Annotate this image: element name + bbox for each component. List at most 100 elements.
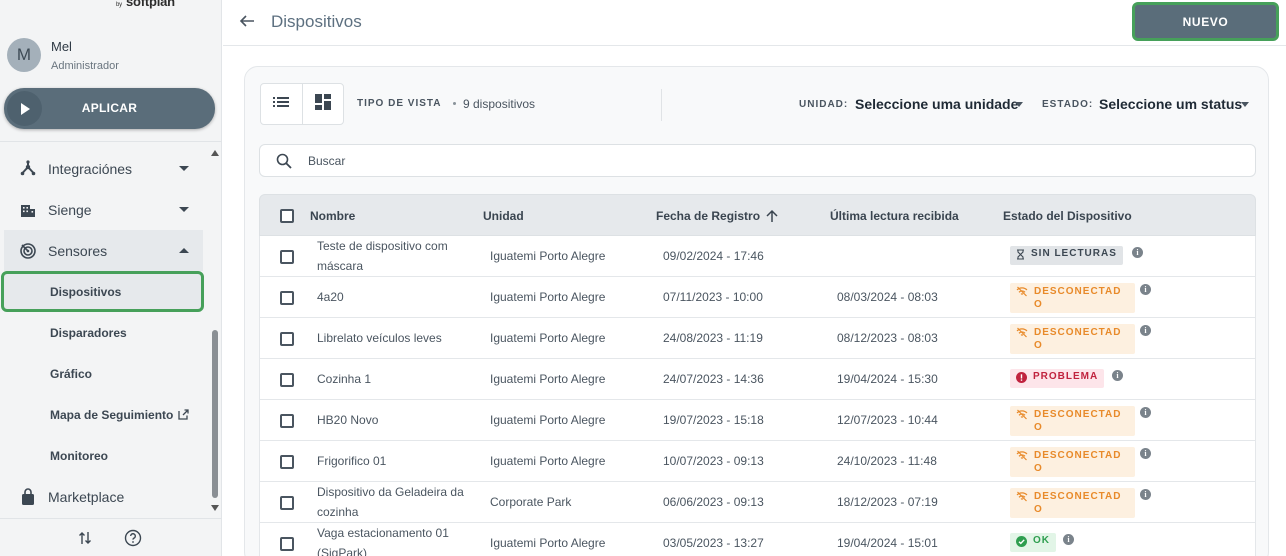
- column-header-unit[interactable]: Unidad: [483, 209, 524, 223]
- last-reading: 19/04/2024 - 15:01: [837, 536, 938, 550]
- sidebar-footer: [0, 518, 222, 556]
- check-circle-icon: [1016, 536, 1027, 550]
- row-checkbox[interactable]: [280, 373, 294, 387]
- row-checkbox[interactable]: [280, 332, 294, 346]
- table-row[interactable]: Dispositivo da Geladeira da cozinha Corpo…: [259, 482, 1256, 523]
- device-unit: Iguatemi Porto Alegre: [490, 372, 606, 386]
- row-checkbox[interactable]: [280, 250, 294, 264]
- sidebar-item-integraciones[interactable]: Integraciónes: [4, 148, 203, 189]
- new-device-button[interactable]: NUEVO: [1132, 2, 1279, 41]
- chevron-down-icon: [179, 207, 189, 212]
- help-icon[interactable]: [124, 529, 142, 552]
- info-glyph: i: [1144, 326, 1147, 335]
- status-text: OK: [1033, 535, 1050, 546]
- status-badge: OK: [1010, 533, 1056, 552]
- view-type-label: TIPO DE VISTA: [357, 98, 442, 109]
- registration-date: 10/07/2023 - 09:13: [663, 454, 764, 468]
- wifi-off-icon: [1016, 450, 1028, 465]
- last-reading: 18/12/2023 - 07:19: [837, 495, 938, 509]
- status-text: DESCONECTADO: [1034, 286, 1122, 310]
- table-row[interactable]: Vaga estacionamento 01 (SigPark) Iguatemi…: [259, 523, 1256, 556]
- device-unit: Iguatemi Porto Alegre: [490, 413, 606, 427]
- device-name[interactable]: 4a20: [317, 287, 467, 307]
- registration-date: 03/05/2023 - 13:27: [663, 536, 764, 550]
- building-icon: [14, 201, 42, 219]
- list-view-button[interactable]: [261, 84, 302, 124]
- row-checkbox[interactable]: [280, 291, 294, 305]
- swap-icon[interactable]: [78, 531, 92, 550]
- info-icon[interactable]: i: [1112, 370, 1123, 381]
- status-badge: SIN LECTURAS: [1010, 246, 1123, 265]
- alert-circle-icon: [1016, 372, 1027, 386]
- sidebar-item-disparadores[interactable]: Disparadores: [4, 312, 203, 353]
- device-name[interactable]: Librelato veículos leves: [317, 328, 467, 348]
- column-header-label: Fecha de Registro: [656, 209, 761, 223]
- devices-panel: TIPO DE VISTA 9 dispositivos UNIDAD: Sel…: [244, 66, 1269, 556]
- info-icon[interactable]: i: [1140, 489, 1151, 500]
- status-badge: DESCONECTADO: [1010, 406, 1135, 436]
- row-checkbox[interactable]: [280, 455, 294, 469]
- apply-label: APLICAR: [81, 101, 138, 115]
- table-row[interactable]: Librelato veículos leves Iguatemi Porto A…: [259, 318, 1256, 359]
- sidebar-item-mapa[interactable]: Mapa de Seguimiento: [4, 394, 203, 435]
- scroll-up-arrow[interactable]: [211, 150, 219, 156]
- info-icon[interactable]: i: [1063, 534, 1074, 545]
- device-name[interactable]: Cozinha 1: [317, 369, 467, 389]
- sidebar-item-marketplace[interactable]: Marketplace: [4, 476, 203, 517]
- column-header-date[interactable]: Fecha de Registro: [656, 209, 779, 223]
- device-name[interactable]: Frigorifico 01: [317, 451, 467, 471]
- sidebar-item-dispositivos[interactable]: Dispositivos: [1, 271, 204, 312]
- status-text: DESCONECTADO: [1034, 409, 1122, 433]
- sidebar-divider: [0, 141, 222, 142]
- device-name[interactable]: HB20 Novo: [317, 410, 467, 430]
- sidebar-item-sienge[interactable]: Sienge: [4, 189, 203, 230]
- row-checkbox[interactable]: [280, 496, 294, 510]
- select-all-checkbox[interactable]: [280, 209, 294, 223]
- user-profile[interactable]: M Mel Administrador: [7, 36, 217, 74]
- sidebar-item-sensores[interactable]: Sensores: [4, 230, 203, 271]
- table-row[interactable]: 4a20 Iguatemi Porto Alegre 07/11/2023 - 10…: [259, 277, 1256, 318]
- device-name[interactable]: Vaga estacionamento 01 (SigPark): [317, 523, 467, 556]
- table-row[interactable]: HB20 Novo Iguatemi Porto Alegre 19/07/2023…: [259, 400, 1256, 441]
- column-header-last-reading[interactable]: Última lectura recibida: [830, 209, 959, 223]
- registration-date: 24/08/2023 - 11:19: [663, 331, 763, 345]
- device-name[interactable]: Dispositivo da Geladeira da cozinha: [317, 482, 467, 522]
- device-unit: Iguatemi Porto Alegre: [490, 536, 606, 550]
- column-header-name[interactable]: Nombre: [310, 209, 355, 223]
- arrow-left-icon[interactable]: [239, 13, 255, 34]
- user-role: Administrador: [51, 60, 119, 72]
- row-checkbox[interactable]: [280, 414, 294, 428]
- wifi-off-icon: [1016, 491, 1028, 506]
- info-icon[interactable]: i: [1140, 407, 1151, 418]
- sidebar-item-monitoreo[interactable]: Monitoreo: [4, 435, 203, 476]
- search-input[interactable]: [308, 151, 1208, 171]
- info-icon[interactable]: i: [1140, 448, 1151, 459]
- sidebar-scrollbar[interactable]: [212, 330, 218, 498]
- device-name[interactable]: Teste de dispositivo com máscara: [317, 236, 467, 276]
- table-row[interactable]: Teste de dispositivo com máscara Iguatemi…: [259, 236, 1256, 277]
- status-badge: DESCONECTADO: [1010, 324, 1135, 354]
- sidebar-item-grafico[interactable]: Gráfico: [4, 353, 203, 394]
- table-row[interactable]: Frigorifico 01 Iguatemi Porto Alegre 10/07…: [259, 441, 1256, 482]
- scroll-down-arrow[interactable]: [211, 505, 219, 511]
- sidebar-item-label: Integraciónes: [48, 160, 133, 177]
- info-icon[interactable]: i: [1140, 284, 1151, 295]
- row-checkbox[interactable]: [280, 537, 294, 551]
- page-header: Dispositivos NUEVO: [223, 0, 1286, 46]
- column-header-state[interactable]: Estado del Dispositivo: [1003, 209, 1132, 223]
- unit-filter-select[interactable]: Seleccione uma unidade: [855, 96, 1018, 112]
- state-filter-select[interactable]: Seleccione um status: [1099, 96, 1242, 112]
- registration-date: 06/06/2023 - 09:13: [663, 495, 764, 509]
- info-icon[interactable]: i: [1132, 247, 1143, 258]
- device-unit: Iguatemi Porto Alegre: [490, 454, 606, 468]
- table-row[interactable]: Cozinha 1 Iguatemi Porto Alegre 24/07/2023…: [259, 359, 1256, 400]
- shopping-bag-icon: [14, 487, 42, 506]
- state-filter-label: ESTADO:: [1042, 99, 1094, 110]
- sidebar-item-label: Mapa de Seguimiento: [50, 407, 174, 422]
- table-body: Teste de dispositivo com máscara Iguatemi…: [259, 236, 1256, 556]
- chevron-down-icon[interactable]: [1015, 102, 1023, 107]
- info-icon[interactable]: i: [1140, 325, 1151, 336]
- grid-view-button[interactable]: [301, 84, 343, 124]
- chevron-down-icon[interactable]: [1241, 102, 1249, 107]
- apply-button[interactable]: APLICAR: [4, 88, 215, 129]
